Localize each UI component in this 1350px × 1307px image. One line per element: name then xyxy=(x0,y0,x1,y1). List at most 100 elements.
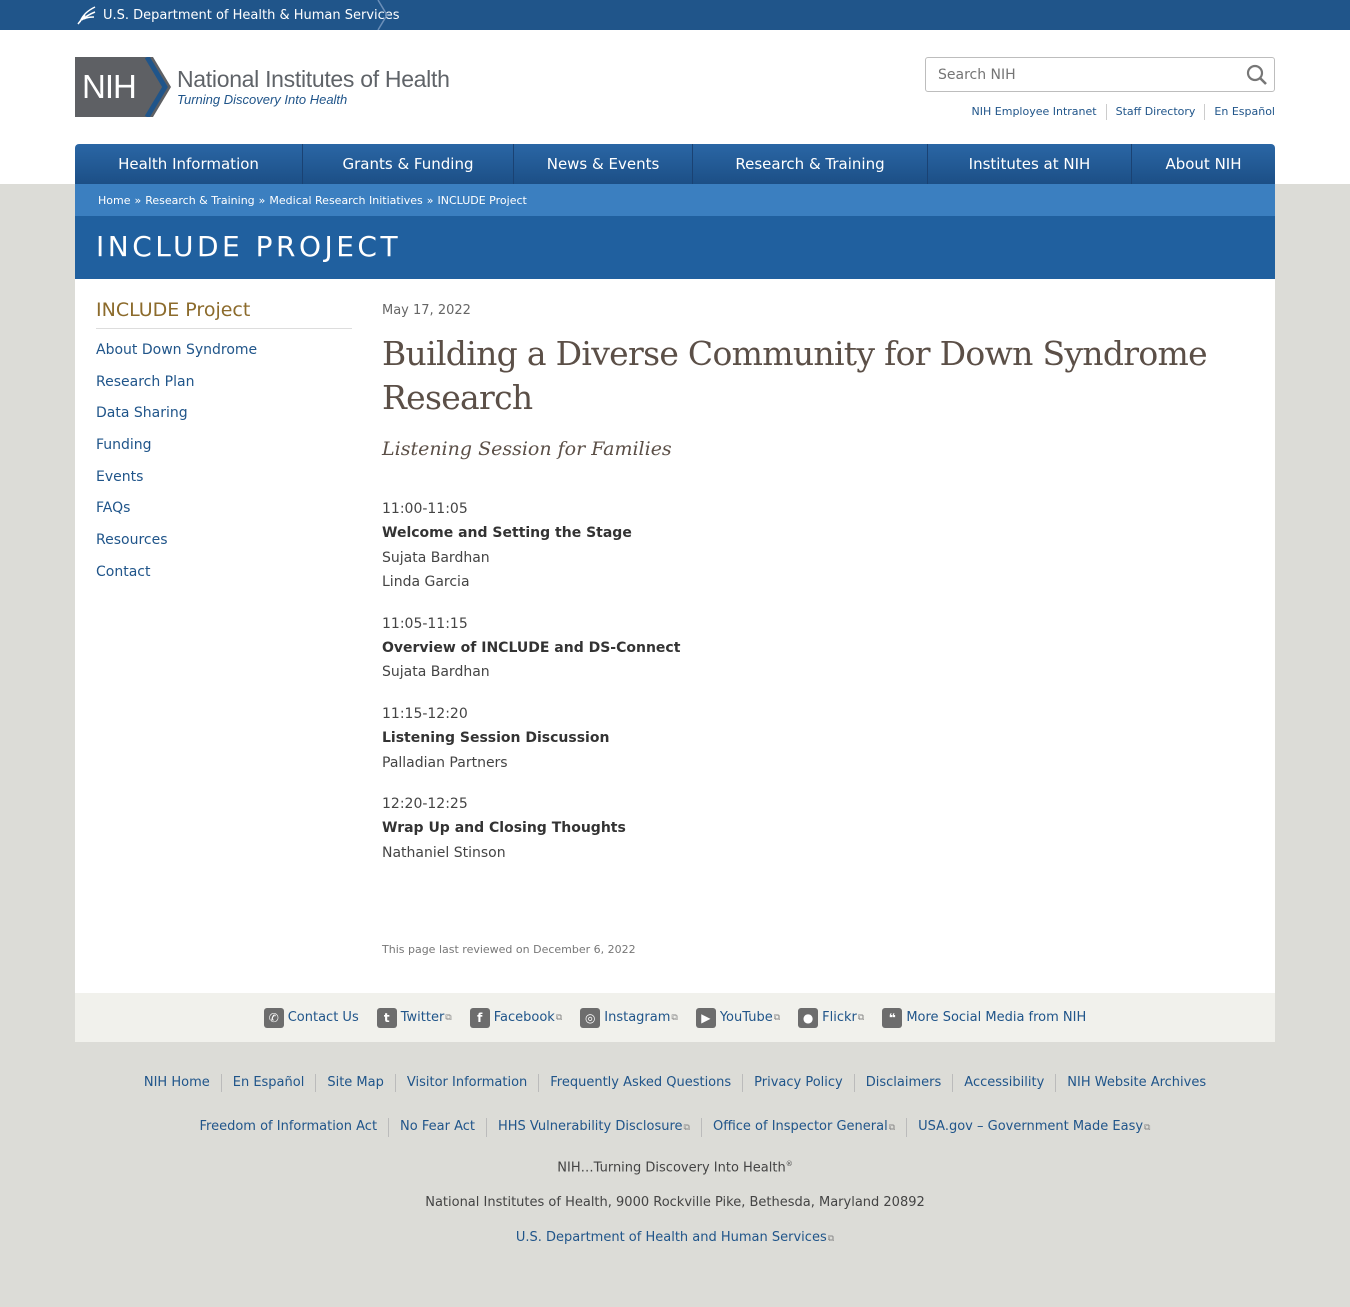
social-label: More Social Media from NIH xyxy=(906,1010,1087,1025)
social-label: Facebook xyxy=(493,1010,555,1025)
youtube-icon: ▶ xyxy=(695,1007,716,1028)
social-label: Contact Us xyxy=(287,1010,359,1025)
social-label: Flickr xyxy=(822,1010,857,1025)
agenda-time: 11:05-11:15 xyxy=(382,615,468,632)
agenda-item: 11:00-11:05 Welcome and Setting the Stag… xyxy=(382,497,1242,595)
footer-link-visitor-info[interactable]: Visitor Information xyxy=(394,1074,538,1092)
twitter-icon: t xyxy=(376,1007,397,1028)
footer-link-disclaimers[interactable]: Disclaimers xyxy=(853,1074,953,1092)
agenda-speaker: Linda Garcia xyxy=(382,574,470,591)
article-subhead: Listening Session for Families xyxy=(382,438,672,460)
external-link-icon: ⧉ xyxy=(1144,1123,1151,1133)
external-link-icon: ⧉ xyxy=(857,1012,865,1023)
nih-logo-badge: NIH xyxy=(75,55,175,119)
footer-link-archives[interactable]: NIH Website Archives xyxy=(1055,1074,1217,1092)
agenda-item: 11:05-11:15 Overview of INCLUDE and DS-C… xyxy=(382,612,1242,685)
breadcrumb-research-training[interactable]: Research & Training xyxy=(145,194,254,207)
footer-link-nih-home[interactable]: NIH Home xyxy=(133,1074,221,1092)
search-input[interactable] xyxy=(926,59,1226,90)
page-title: Building a Diverse Community for Down Sy… xyxy=(382,334,1208,417)
nav-institutes[interactable]: Institutes at NIH xyxy=(928,144,1132,184)
page-banner: INCLUDE PROJECT xyxy=(75,216,1275,279)
hhs-link[interactable]: U.S. Department of Health & Human Servic… xyxy=(75,0,400,30)
utility-links: NIH Employee Intranet Staff Directory En… xyxy=(963,104,1275,120)
nih-logo-letters: NIH xyxy=(82,68,137,105)
footer-link-site-map[interactable]: Site Map xyxy=(315,1074,395,1092)
search-box xyxy=(925,57,1275,92)
external-link-icon: ⧉ xyxy=(683,1123,690,1133)
social-flickr[interactable]: ● Flickr ⧉ xyxy=(798,1007,865,1028)
footer-link-oig[interactable]: Office of Inspector General⧉ xyxy=(700,1118,906,1137)
social-instagram[interactable]: ◎ Instagram ⧉ xyxy=(580,1007,678,1028)
nih-logo[interactable]: NIH National Institutes of Health Turnin… xyxy=(75,55,450,119)
agenda: 11:00-11:05 Welcome and Setting the Stag… xyxy=(382,497,1242,865)
social-youtube[interactable]: ▶ YouTube ⧉ xyxy=(695,1007,781,1028)
footer-link-accessibility[interactable]: Accessibility xyxy=(952,1074,1055,1092)
hhs-chevron-icon xyxy=(377,0,388,30)
last-reviewed: This page last reviewed on December 6, 2… xyxy=(382,943,636,956)
social-bar: ✆ Contact Us t Twitter ⧉ f Facebook ⧉ ◎ In… xyxy=(75,993,1275,1042)
sidebar-title[interactable]: INCLUDE Project xyxy=(96,299,352,329)
footer-link-hhs[interactable]: U.S. Department of Health and Human Serv… xyxy=(516,1230,834,1245)
footer-hhs: U.S. Department of Health and Human Serv… xyxy=(0,1230,1350,1245)
breadcrumb-current: INCLUDE Project xyxy=(437,193,527,207)
flickr-icon: ● xyxy=(798,1007,819,1028)
agenda-item: 11:15-12:20 Listening Session Discussion… xyxy=(382,702,1242,775)
social-contact-us[interactable]: ✆ Contact Us xyxy=(263,1007,359,1028)
footer-link-espanol[interactable]: En Español xyxy=(220,1074,316,1092)
agenda-title: Overview of INCLUDE and DS-Connect xyxy=(382,640,681,657)
external-link-icon: ⧉ xyxy=(555,1012,563,1023)
social-label: YouTube xyxy=(719,1010,773,1025)
agenda-time: 11:15-12:20 xyxy=(382,705,468,722)
banner-title: INCLUDE PROJECT xyxy=(96,230,402,263)
sidebar-item-research-plan[interactable]: Research Plan xyxy=(96,374,194,390)
sidebar-item-funding[interactable]: Funding xyxy=(96,437,152,453)
social-twitter[interactable]: t Twitter ⧉ xyxy=(376,1007,452,1028)
external-link-icon: ⧉ xyxy=(445,1012,452,1023)
hhs-eagle-icon xyxy=(77,6,96,25)
breadcrumb-medical-research[interactable]: Medical Research Initiatives xyxy=(269,194,422,207)
footer-links-secondary: Freedom of Information Act No Fear Act H… xyxy=(0,1118,1350,1137)
sidebar-item-resources[interactable]: Resources xyxy=(96,532,168,548)
nav-about-nih[interactable]: About NIH xyxy=(1132,144,1275,184)
article-date: May 17, 2022 xyxy=(382,303,471,318)
util-link-intranet[interactable]: NIH Employee Intranet xyxy=(963,104,1106,120)
phone-icon: ✆ xyxy=(263,1007,284,1028)
sidebar-item-data-sharing[interactable]: Data Sharing xyxy=(96,405,188,421)
agenda-speaker: Sujata Bardhan xyxy=(382,549,490,566)
footer-link-privacy[interactable]: Privacy Policy xyxy=(742,1074,854,1092)
util-link-espanol[interactable]: En Español xyxy=(1204,104,1275,120)
sidebar-item-events[interactable]: Events xyxy=(96,469,143,485)
nav-grants-funding[interactable]: Grants & Funding xyxy=(303,144,514,184)
main-nav: Health Information Grants & Funding News… xyxy=(75,144,1275,184)
util-link-staff-directory[interactable]: Staff Directory xyxy=(1105,104,1205,120)
external-link-icon: ⧉ xyxy=(671,1012,678,1023)
sidebar: INCLUDE Project About Down Syndrome Rese… xyxy=(96,299,352,596)
footer-link-faq[interactable]: Frequently Asked Questions xyxy=(538,1074,742,1092)
search-icon[interactable] xyxy=(1246,64,1268,86)
logo-title: National Institutes of Health xyxy=(177,66,450,92)
article: May 17, 2022 Building a Diverse Communit… xyxy=(382,303,1242,882)
footer-link-usa-gov[interactable]: USA.gov – Government Made Easy⧉ xyxy=(906,1118,1161,1137)
social-facebook[interactable]: f Facebook ⧉ xyxy=(469,1007,563,1028)
sidebar-item-contact[interactable]: Contact xyxy=(96,564,150,580)
breadcrumb-home[interactable]: Home xyxy=(98,194,130,207)
nav-health-information[interactable]: Health Information xyxy=(75,144,303,184)
nav-research-training[interactable]: Research & Training xyxy=(693,144,928,184)
facebook-icon: f xyxy=(469,1007,490,1028)
sidebar-item-about-down-syndrome[interactable]: About Down Syndrome xyxy=(96,342,257,358)
agenda-title: Wrap Up and Closing Thoughts xyxy=(382,820,626,837)
social-label: Twitter xyxy=(400,1010,445,1025)
footer-link-foia[interactable]: Freedom of Information Act xyxy=(189,1118,389,1137)
sidebar-item-faqs[interactable]: FAQs xyxy=(96,500,130,516)
agenda-item: 12:20-12:25 Wrap Up and Closing Thoughts… xyxy=(382,792,1242,865)
footer-link-no-fear[interactable]: No Fear Act xyxy=(388,1118,486,1137)
footer-tagline: NIH…Turning Discovery Into Health® xyxy=(557,1160,793,1176)
footer-link-hhs-vulnerability[interactable]: HHS Vulnerability Disclosure⧉ xyxy=(485,1118,701,1137)
social-media-icon: ❝ xyxy=(882,1007,903,1028)
external-link-icon: ⧉ xyxy=(773,1012,781,1023)
agenda-speaker: Palladian Partners xyxy=(382,754,508,771)
agenda-title: Listening Session Discussion xyxy=(382,730,610,747)
social-more[interactable]: ❝ More Social Media from NIH xyxy=(882,1007,1087,1028)
nav-news-events[interactable]: News & Events xyxy=(514,144,693,184)
